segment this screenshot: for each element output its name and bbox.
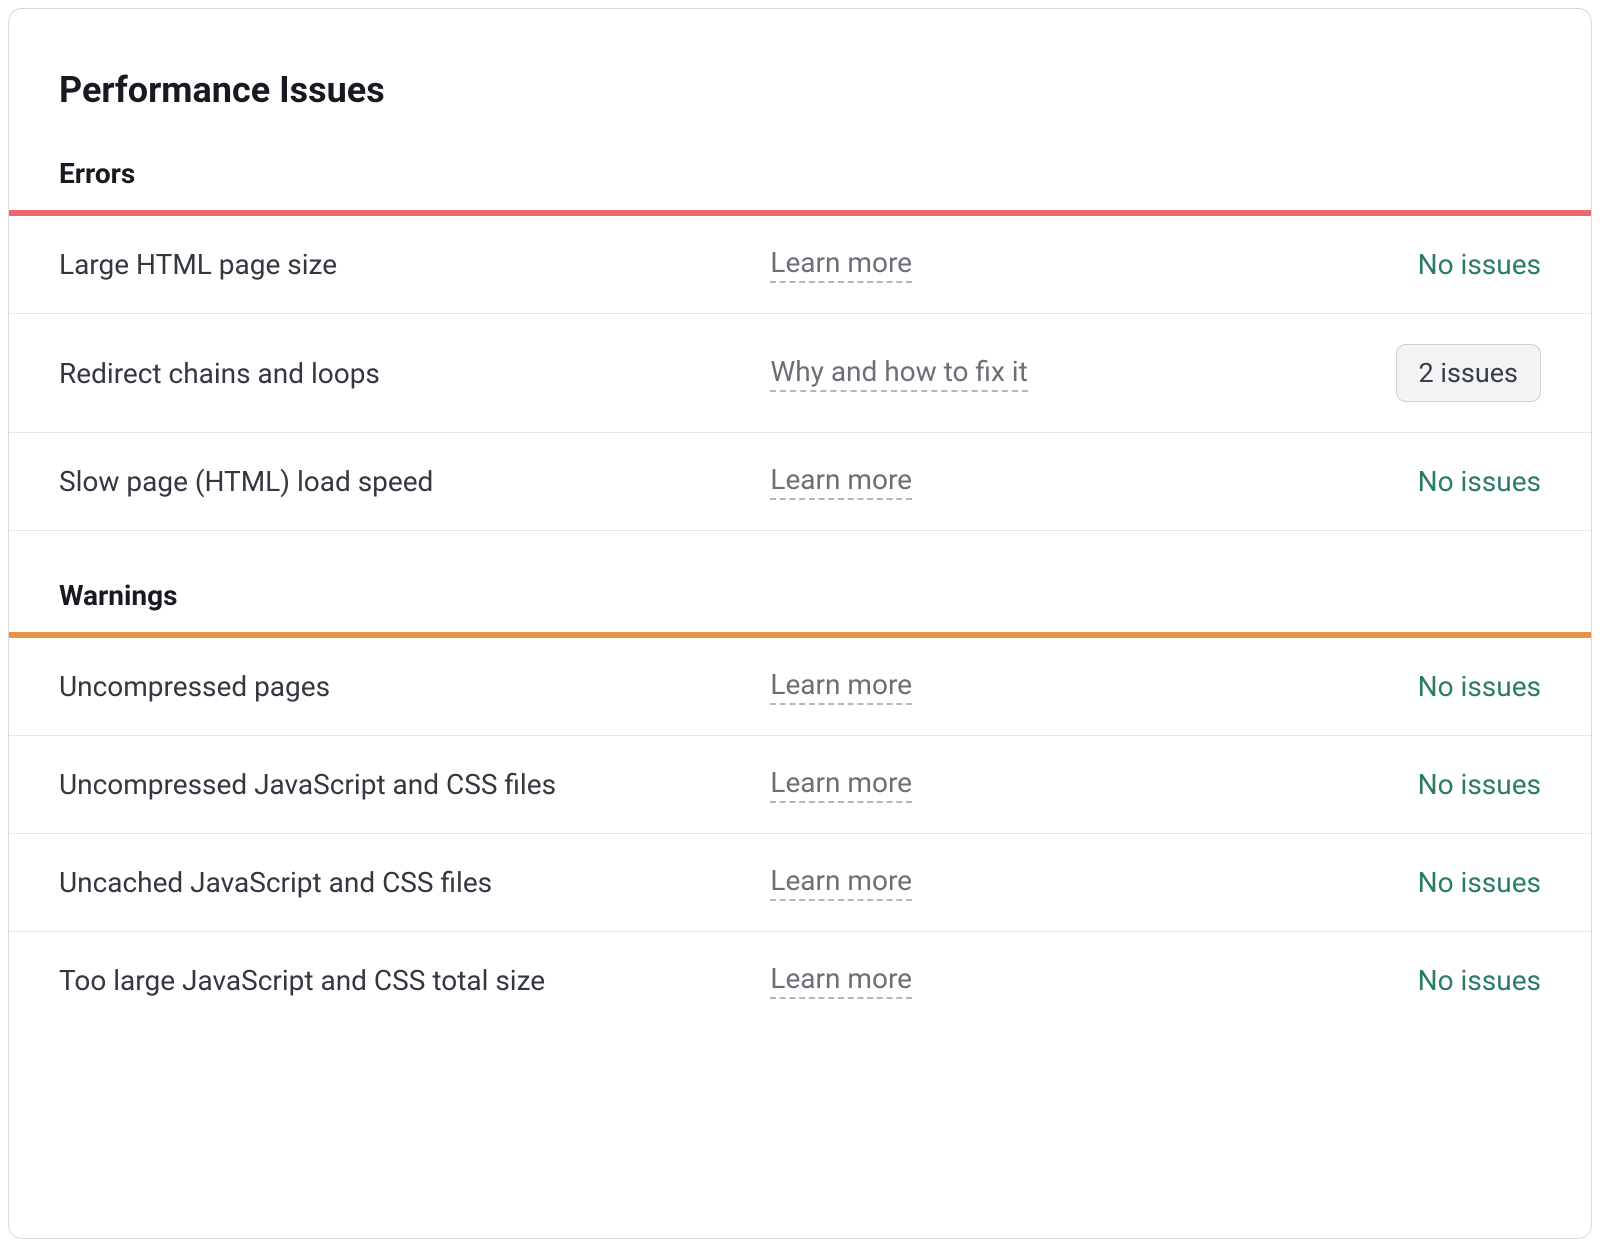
issue-row: Redirect chains and loops Why and how to…: [9, 314, 1591, 433]
learn-more-link[interactable]: Learn more: [770, 668, 912, 705]
learn-more-link[interactable]: Learn more: [770, 463, 912, 500]
issue-row: Uncompressed pages Learn more No issues: [9, 638, 1591, 736]
issue-label: Uncompressed JavaScript and CSS files: [59, 768, 770, 801]
performance-panel: Performance Issues Errors Large HTML pag…: [8, 8, 1592, 1239]
status-no-issues: No issues: [1418, 248, 1541, 281]
learn-more-link[interactable]: Learn more: [770, 864, 912, 901]
issue-label: Uncompressed pages: [59, 670, 770, 703]
fade-overlay: [9, 1128, 1591, 1238]
status-no-issues: No issues: [1418, 964, 1541, 997]
panel-title: Performance Issues: [9, 69, 1591, 157]
section-header-errors: Errors: [9, 157, 1591, 210]
section-gap: [9, 531, 1591, 579]
issue-row: Large HTML page size Learn more No issue…: [9, 216, 1591, 314]
section-header-warnings: Warnings: [9, 579, 1591, 632]
status-no-issues: No issues: [1418, 768, 1541, 801]
learn-more-link[interactable]: Why and how to fix it: [770, 355, 1027, 392]
issues-count-button[interactable]: 2 issues: [1396, 344, 1541, 402]
issue-row: Uncached JavaScript and CSS files Learn …: [9, 834, 1591, 932]
learn-more-link[interactable]: Learn more: [770, 246, 912, 283]
learn-more-link[interactable]: Learn more: [770, 766, 912, 803]
issue-row: Uncompressed JavaScript and CSS files Le…: [9, 736, 1591, 834]
issue-label: Uncached JavaScript and CSS files: [59, 866, 770, 899]
issue-label: Redirect chains and loops: [59, 357, 770, 390]
status-no-issues: No issues: [1418, 866, 1541, 899]
issue-label: Slow page (HTML) load speed: [59, 465, 770, 498]
status-no-issues: No issues: [1418, 670, 1541, 703]
issue-label: Large HTML page size: [59, 248, 770, 281]
issue-row: Too large JavaScript and CSS total size …: [9, 932, 1591, 1029]
learn-more-link[interactable]: Learn more: [770, 962, 912, 999]
status-no-issues: No issues: [1418, 465, 1541, 498]
panel-inner: Performance Issues Errors Large HTML pag…: [9, 9, 1591, 1029]
issue-label: Too large JavaScript and CSS total size: [59, 964, 770, 997]
issue-row: Slow page (HTML) load speed Learn more N…: [9, 433, 1591, 531]
